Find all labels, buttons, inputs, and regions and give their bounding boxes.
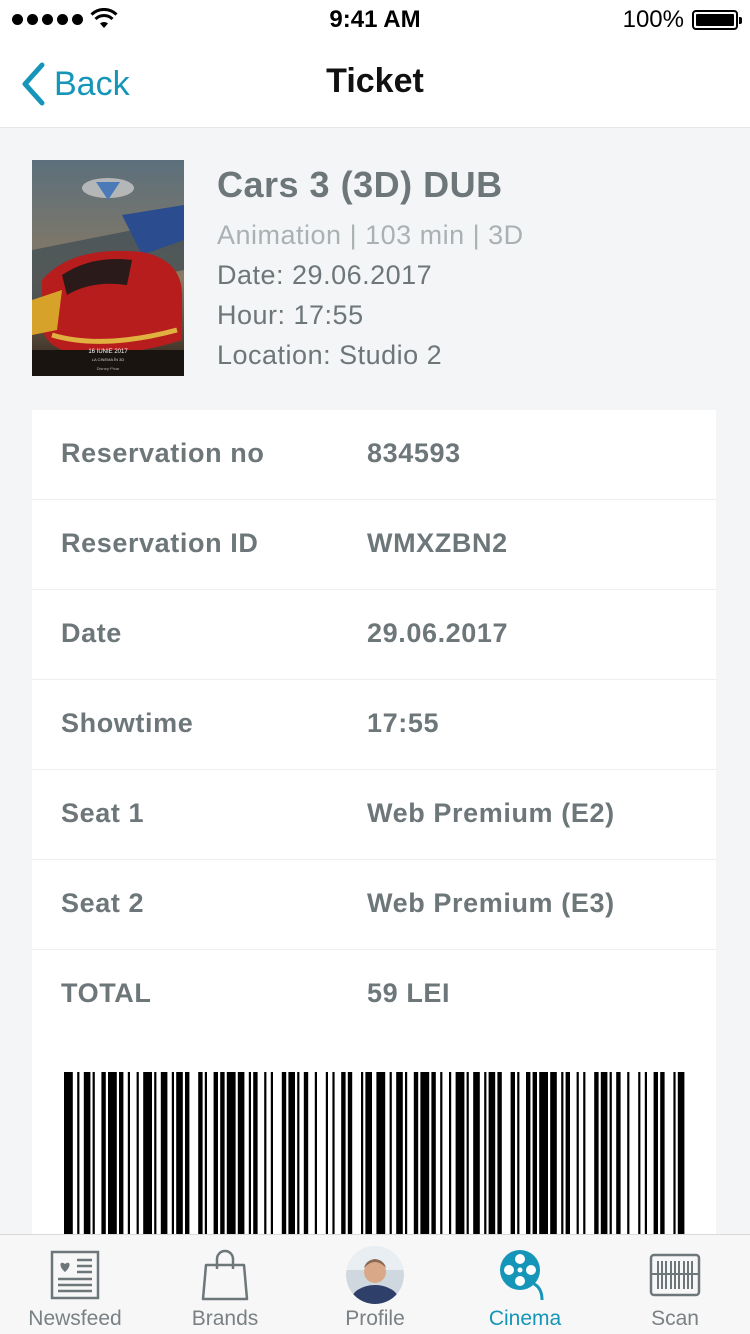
tab-label: Profile — [345, 1307, 405, 1330]
battery-icon — [692, 10, 742, 30]
detail-row: Reservation no 834593 — [32, 410, 716, 500]
barcode-card — [32, 1040, 716, 1240]
detail-label: Date — [61, 618, 122, 648]
page-title: Ticket — [326, 62, 424, 100]
tab-bar: Newsfeed Brands Profile Cinema Scan — [0, 1234, 750, 1334]
tab-label: Brands — [191, 1307, 259, 1330]
movie-info: Cars 3 (3D) DUB Animation | 103 min | 3D… — [217, 164, 524, 380]
detail-value: 29.06.2017 — [367, 618, 509, 648]
battery-percent: 100% — [622, 6, 684, 33]
detail-value: Web Premium (E2) — [367, 798, 615, 828]
detail-row: Showtime 17:55 — [32, 680, 716, 770]
poster-logo: Disney·Pixar — [97, 366, 120, 371]
movie-header: 16 IUNIE 2017 LA CINEMA ÎN 3D Disney·Pix… — [32, 160, 718, 376]
tab-profile[interactable]: Profile — [300, 1235, 450, 1334]
tab-scan[interactable]: Scan — [600, 1235, 750, 1334]
shopping-bag-icon — [195, 1247, 255, 1303]
detail-value: 59 LEI — [367, 978, 451, 1008]
barcode-scan-icon — [645, 1247, 705, 1303]
movie-hour: Hour: 17:55 — [217, 300, 364, 330]
ticket-barcode — [64, 1072, 685, 1240]
movie-title: Cars 3 (3D) DUB — [217, 164, 503, 205]
movie-date: Date: 29.06.2017 — [217, 260, 433, 290]
tab-newsfeed[interactable]: Newsfeed — [0, 1235, 150, 1334]
detail-label: TOTAL — [61, 978, 152, 1008]
detail-label: Reservation no — [61, 438, 265, 468]
movie-poster[interactable]: 16 IUNIE 2017 LA CINEMA ÎN 3D Disney·Pix… — [32, 160, 184, 376]
detail-label: Seat 1 — [61, 798, 145, 828]
avatar — [345, 1246, 405, 1304]
newspaper-icon — [45, 1247, 105, 1303]
detail-row: Date 29.06.2017 — [32, 590, 716, 680]
tab-label: Cinema — [488, 1307, 562, 1330]
reservation-details: Reservation no 834593 Reservation ID WMX… — [32, 410, 716, 1040]
status-bar: 9:41 AM 100% — [0, 0, 750, 40]
detail-label: Reservation ID — [61, 528, 259, 558]
detail-row: Seat 2 Web Premium (E3) — [32, 860, 716, 950]
detail-value: Web Premium (E3) — [367, 888, 615, 918]
detail-label: Showtime — [61, 708, 194, 738]
film-reel-icon — [495, 1247, 555, 1303]
detail-label: Seat 2 — [61, 888, 145, 918]
tab-label: Newsfeed — [28, 1307, 122, 1330]
detail-row: Reservation ID WMXZBN2 — [32, 500, 716, 590]
tab-brands[interactable]: Brands — [150, 1235, 300, 1334]
detail-row: Seat 1 Web Premium (E2) — [32, 770, 716, 860]
movie-meta: Animation | 103 min | 3D — [217, 220, 524, 250]
tab-label: Scan — [651, 1307, 699, 1330]
navigation-bar: Back Ticket — [0, 40, 750, 128]
detail-value: 17:55 — [367, 708, 440, 738]
detail-value: WMXZBN2 — [367, 528, 508, 558]
detail-row: TOTAL 59 LEI — [32, 950, 716, 1040]
poster-date: 16 IUNIE 2017 — [88, 349, 128, 355]
movie-location: Location: Studio 2 — [217, 340, 443, 370]
poster-caption: LA CINEMA ÎN 3D — [92, 357, 125, 362]
detail-value: 834593 — [367, 438, 461, 468]
tab-cinema[interactable]: Cinema — [450, 1235, 600, 1334]
